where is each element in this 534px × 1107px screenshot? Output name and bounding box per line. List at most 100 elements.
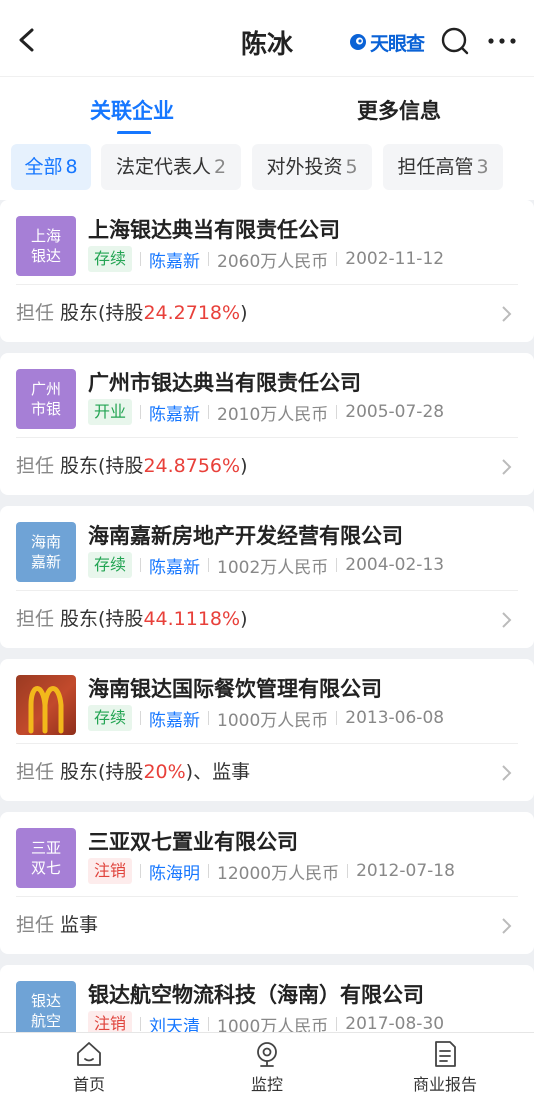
golden-arches-icon (28, 686, 64, 734)
chip-label: 法定代表人 (115, 156, 211, 178)
nav-label: 首页 (72, 1075, 105, 1094)
chip-count: 5 (345, 156, 358, 178)
separator (140, 252, 142, 266)
role-text-suffix: ) (240, 455, 248, 477)
role-text-suffix: )、监事 (185, 761, 251, 783)
company-badge: 广州 市银 (16, 369, 76, 429)
chevron-right-icon[interactable] (500, 763, 512, 783)
status-badge: 存续 (88, 552, 133, 578)
company-card[interactable]: 三亚 双七 三亚双七置业有限公司 注销 陈海明 12000万人民币 2012-0… (0, 812, 534, 954)
company-card[interactable]: 海南 嘉新 海南嘉新房地产开发经营有限公司 存续 陈嘉新 1002万人民币 20… (0, 506, 534, 648)
legal-rep-link[interactable]: 陈嘉新 (149, 706, 200, 731)
share-percent: 44.1118% (143, 608, 241, 630)
separator (336, 1017, 338, 1031)
status-badge: 存续 (88, 705, 133, 731)
separator (140, 711, 142, 725)
monitor-icon (257, 1042, 277, 1067)
tab-related-companies[interactable]: 关联企业 (90, 95, 174, 125)
nav-home[interactable]: 首页 (29, 1039, 149, 1095)
badge-text: 市银 (30, 400, 61, 418)
company-meta: 存续 陈嘉新 2060万人民币 2002-11-12 (88, 246, 444, 272)
separator (208, 711, 210, 725)
registered-capital: 2060万人民币 (217, 251, 329, 272)
brand-eye-icon (350, 34, 366, 50)
badge-text: 嘉新 (30, 553, 61, 571)
role-label: 担任 (16, 302, 55, 324)
role-row[interactable]: 担任 监事 (16, 910, 98, 937)
separator (336, 711, 338, 725)
founded-date: 2013-06-08 (345, 708, 445, 728)
company-name[interactable]: 银达航空物流科技（海南）有限公司 (88, 979, 424, 1009)
company-name[interactable]: 三亚双七置业有限公司 (88, 826, 298, 856)
company-name[interactable]: 海南银达国际餐饮管理有限公司 (88, 673, 382, 703)
role-text: 监事 (60, 914, 99, 936)
nav-monitor[interactable]: 监控 (207, 1039, 327, 1095)
role-text: 股东(持股 (60, 761, 144, 783)
badge-text: 银达 (30, 247, 61, 265)
badge-text: 双七 (30, 859, 61, 877)
company-meta: 开业 陈嘉新 2010万人民币 2005-07-28 (88, 399, 444, 425)
role-text-suffix: ) (240, 302, 248, 324)
chevron-right-icon[interactable] (500, 916, 512, 936)
badge-text: 海南 (30, 533, 61, 551)
filter-all[interactable]: 全部 8 (11, 144, 91, 190)
home-icon (77, 1042, 101, 1066)
founded-date: 2005-07-28 (345, 402, 445, 422)
divider (16, 284, 518, 285)
company-card[interactable]: 上海 银达 上海银达典当有限责任公司 存续 陈嘉新 2060万人民币 2002-… (0, 200, 534, 342)
company-name[interactable]: 海南嘉新房地产开发经营有限公司 (88, 520, 403, 550)
chip-count: 8 (65, 156, 78, 178)
tab-more-info[interactable]: 更多信息 (357, 95, 441, 125)
separator (140, 558, 142, 572)
divider (16, 437, 518, 438)
role-text-suffix: ) (240, 608, 248, 630)
tab-bar: 关联企业 更多信息 (0, 76, 534, 135)
legal-rep-link[interactable]: 陈嘉新 (149, 553, 200, 578)
legal-rep-link[interactable]: 陈海明 (149, 859, 200, 884)
legal-rep-link[interactable]: 陈嘉新 (149, 400, 200, 425)
founded-date: 2004-02-13 (345, 555, 445, 575)
company-badge: 三亚 双七 (16, 828, 76, 888)
company-badge: 上海 银达 (16, 216, 76, 276)
role-label: 担任 (16, 914, 55, 936)
nav-label: 商业报告 (412, 1075, 477, 1094)
chip-count: 2 (213, 156, 227, 178)
more-icon[interactable] (484, 26, 520, 56)
role-text: 股东(持股 (60, 608, 144, 630)
registered-capital: 1000万人民币 (217, 710, 329, 731)
top-bar: 陈冰 天眼查 (0, 0, 534, 76)
chevron-right-icon[interactable] (500, 457, 512, 477)
company-name[interactable]: 上海银达典当有限责任公司 (88, 214, 340, 244)
company-card[interactable]: 海南银达国际餐饮管理有限公司 存续 陈嘉新 1000万人民币 2013-06-0… (0, 659, 534, 801)
registered-capital: 1002万人民币 (217, 557, 329, 578)
nav-label: 监控 (250, 1075, 283, 1094)
role-row[interactable]: 担任 股东(持股24.2718%) (16, 298, 247, 325)
tianyancha-logo: 天眼查 (349, 30, 425, 55)
role-text: 股东(持股 (60, 302, 144, 324)
role-row[interactable]: 担任 股东(持股44.1118%) (16, 604, 247, 631)
company-meta: 存续 陈嘉新 1000万人民币 2013-06-08 (88, 705, 444, 731)
chevron-right-icon[interactable] (500, 610, 512, 630)
badge-text: 上海 (30, 227, 61, 245)
search-icon[interactable] (440, 26, 470, 56)
divider (16, 590, 518, 591)
separator (336, 252, 338, 266)
founded-date: 2002-11-12 (345, 249, 445, 269)
separator (208, 405, 210, 419)
filter-legal-rep[interactable]: 法定代表人 2 (101, 144, 241, 190)
filter-executive[interactable]: 担任高管 3 (383, 144, 503, 190)
company-card[interactable]: 广州 市银 广州市银达典当有限责任公司 开业 陈嘉新 2010万人民币 2005… (0, 353, 534, 495)
company-name[interactable]: 广州市银达典当有限责任公司 (88, 367, 361, 397)
nav-business-report[interactable]: 商业报告 (385, 1039, 505, 1095)
role-row[interactable]: 担任 股东(持股20%)、监事 (16, 757, 250, 784)
role-text: 股东(持股 (60, 455, 144, 477)
role-row[interactable]: 担任 股东(持股24.8756%) (16, 451, 247, 478)
separator (208, 558, 210, 572)
registered-capital: 2010万人民币 (217, 404, 329, 425)
separator (336, 558, 338, 572)
badge-text: 银达 (30, 992, 61, 1010)
status-badge: 注销 (88, 858, 133, 884)
chevron-right-icon[interactable] (500, 304, 512, 324)
legal-rep-link[interactable]: 陈嘉新 (149, 247, 200, 272)
filter-investments[interactable]: 对外投资 5 (252, 144, 372, 190)
